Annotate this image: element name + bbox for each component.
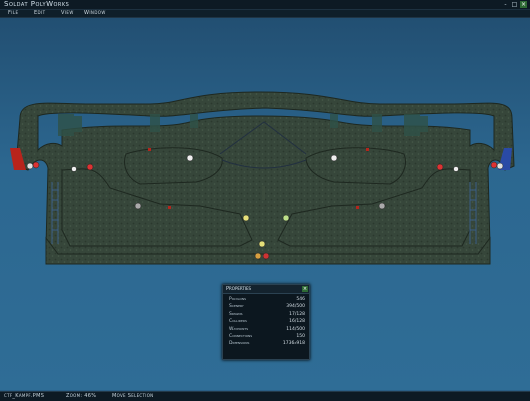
prop-row-scenery: Scenery 394/500 xyxy=(223,303,309,310)
prop-label: Colliders xyxy=(229,319,247,325)
menu-file[interactable]: File xyxy=(8,10,18,17)
prop-row-waypoints: Waypoints 114/500 xyxy=(223,326,309,333)
center-pillar xyxy=(262,186,265,200)
close-button[interactable]: × xyxy=(520,1,527,8)
prop-value: 16/128 xyxy=(289,319,305,325)
menu-edit[interactable]: Edit xyxy=(34,10,45,17)
menu-view[interactable]: View xyxy=(61,10,74,17)
prop-label: Dimensions xyxy=(229,341,250,347)
prop-row-spawns: Spawns 17/128 xyxy=(223,311,309,318)
prop-value: 394/500 xyxy=(286,304,305,310)
maximize-button[interactable]: □ xyxy=(511,1,518,8)
prop-row-connections: Connections 150 xyxy=(223,333,309,340)
properties-header[interactable]: Properties × xyxy=(223,285,309,294)
window-controls: - □ × xyxy=(502,1,527,8)
prop-label: Polygons xyxy=(229,297,247,302)
prop-value: 1736x918 xyxy=(282,341,305,347)
app-title: Soldat PolyWorks xyxy=(4,0,70,8)
prop-label: Connections xyxy=(229,333,253,339)
prop-row-colliders: Colliders 16/128 xyxy=(223,318,309,325)
title-bar: Soldat PolyWorks - □ × xyxy=(0,0,530,10)
prop-label: Scenery xyxy=(229,304,244,310)
properties-close-button[interactable]: × xyxy=(302,286,308,292)
properties-panel[interactable]: Properties × Polygons 546 Scenery 394/500 … xyxy=(222,284,310,360)
prop-row-polygons: Polygons 546 xyxy=(223,296,309,303)
menu-window[interactable]: Window xyxy=(84,10,106,17)
prop-label: Spawns xyxy=(229,311,243,317)
terrain-left-island[interactable] xyxy=(124,147,223,185)
minimize-button[interactable]: - xyxy=(502,1,509,8)
prop-value: 17/128 xyxy=(289,311,305,317)
prop-label: Waypoints xyxy=(229,326,249,332)
prop-value: 546 xyxy=(296,297,305,302)
properties-list: Polygons 546 Scenery 394/500 Spawns 17/128 … xyxy=(223,294,309,348)
prop-row-dimensions: Dimensions 1736x918 xyxy=(223,340,309,347)
prop-value: 114/500 xyxy=(286,326,305,332)
prop-value: 150 xyxy=(296,333,305,339)
properties-title: Properties xyxy=(226,286,252,292)
menu-bar: File Edit View Window xyxy=(0,10,530,18)
